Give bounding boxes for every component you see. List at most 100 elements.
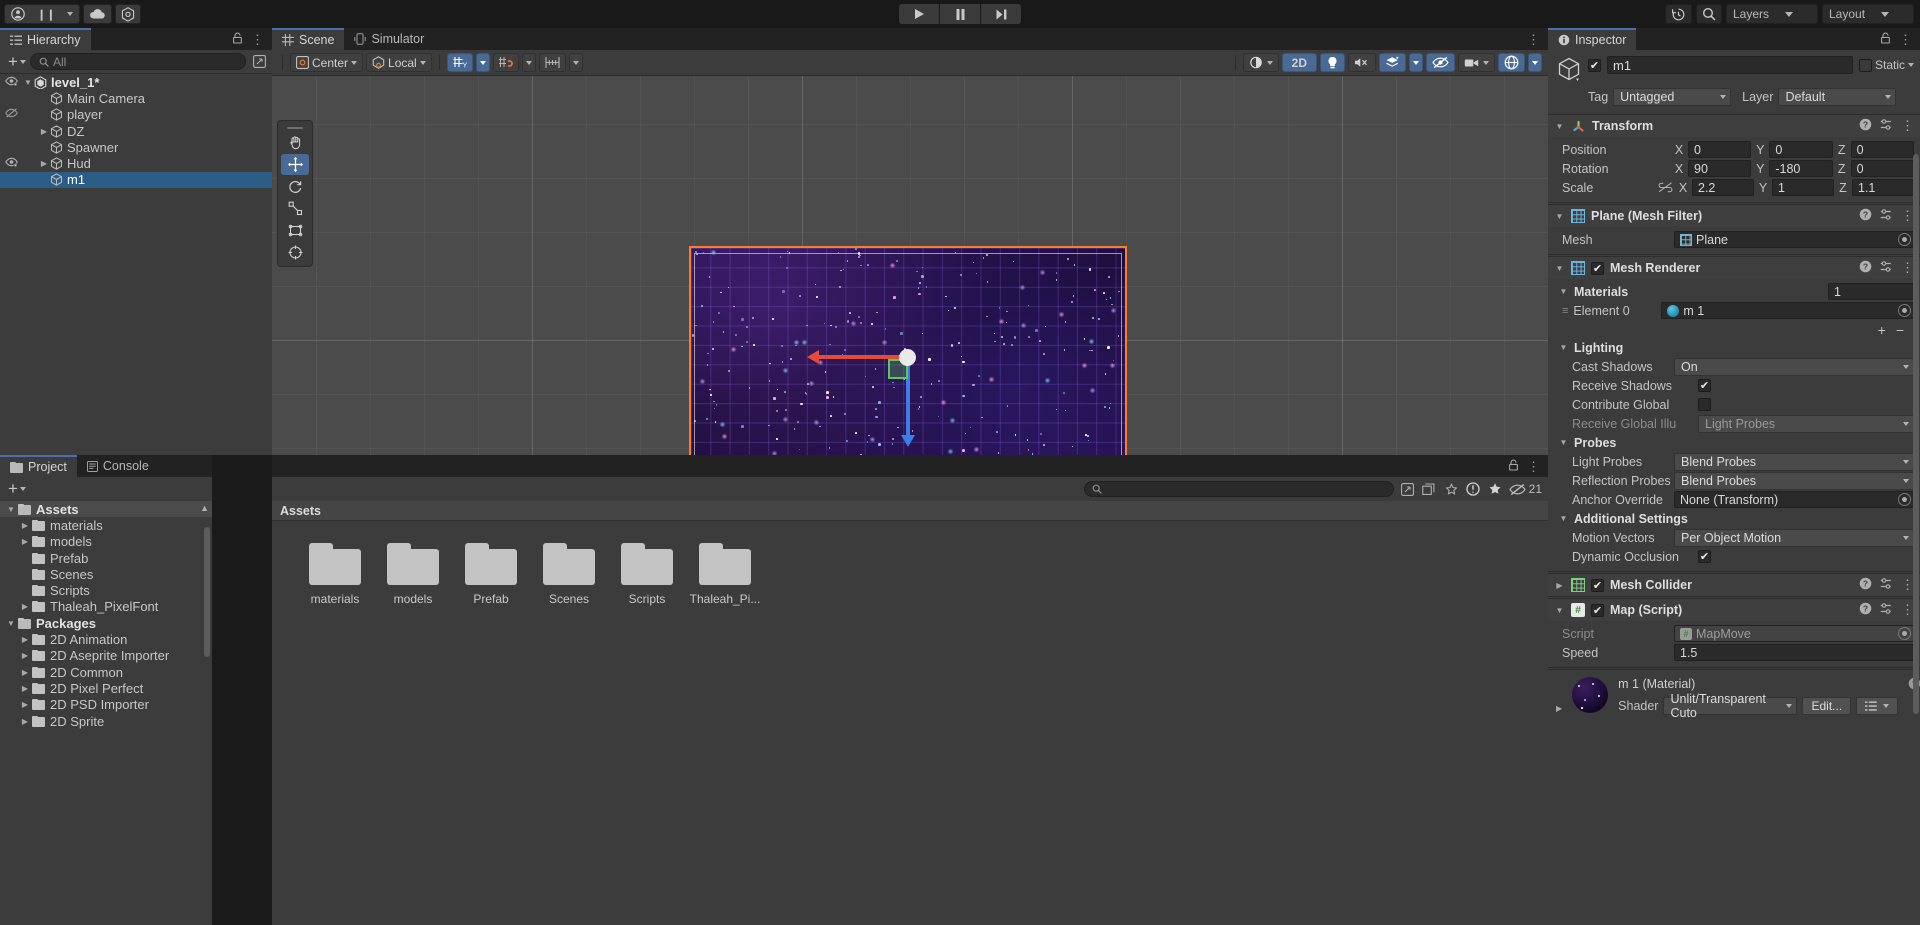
mesh-collider-preset-icon[interactable] — [1880, 577, 1893, 593]
project-favorites-button[interactable] — [1443, 481, 1460, 498]
project-warning-status[interactable]: 21 — [1508, 482, 1542, 496]
project-tree-item[interactable]: ▶ 2D Common — [0, 664, 212, 680]
move-gizmo-center-handle[interactable] — [899, 349, 916, 366]
hierarchy-expand-arrow[interactable]: ▶ — [38, 127, 50, 136]
project-tree-scrollbar[interactable] — [204, 527, 210, 657]
remove-material-button[interactable]: − — [1896, 322, 1904, 338]
hierarchy-expand-arrow[interactable]: ▶ — [38, 159, 50, 168]
scale-tool-button[interactable] — [281, 198, 309, 219]
mesh-filter-help-icon[interactable]: ? — [1859, 208, 1872, 224]
asset-grid-item[interactable]: Scenes — [530, 543, 608, 606]
hierarchy-item[interactable]: ▶ DZ — [0, 123, 272, 139]
project-asset-grid[interactable]: materials models Prefab Scenes Scripts Thalea… — [272, 521, 1548, 925]
transform-foldout-icon[interactable]: ▼ — [1554, 122, 1565, 131]
project-search-input[interactable] — [1083, 481, 1394, 497]
asset-grid-item[interactable]: Prefab — [452, 543, 530, 606]
2d-toggle-button[interactable]: 2D — [1281, 53, 1317, 72]
tab-scene[interactable]: Scene — [272, 28, 345, 50]
edit-shader-button[interactable]: Edit... — [1802, 697, 1852, 715]
rotate-tool-button[interactable] — [281, 176, 309, 197]
scene-camera-button[interactable] — [1458, 53, 1495, 72]
asset-grid-item[interactable]: materials — [296, 543, 374, 606]
inspector-menu-icon[interactable]: ⋮ — [1899, 33, 1912, 46]
layout-dropdown[interactable]: Layout — [1822, 4, 1914, 24]
grid-snapping-dropdown[interactable] — [521, 53, 536, 72]
project-filter-button[interactable] — [1399, 481, 1416, 498]
hierarchy-expand-arrow[interactable]: ▼ — [22, 78, 34, 87]
transform-tool-button[interactable] — [281, 242, 309, 263]
ruler-dropdown[interactable] — [568, 53, 583, 72]
project-expand-arrow[interactable]: ▶ — [18, 635, 32, 644]
probes-foldout-icon[interactable]: ▼ — [1558, 438, 1569, 447]
scale-x-input[interactable]: 2.2 — [1692, 179, 1754, 196]
services-button[interactable] — [115, 4, 142, 24]
scene-audio-button[interactable] — [1348, 53, 1376, 72]
transform-header[interactable]: ▼ Transform ? ⋮ — [1548, 115, 1920, 137]
project-expand-arrow[interactable]: ▶ — [18, 717, 32, 726]
map-script-enabled-checkbox[interactable]: ✔ — [1591, 603, 1604, 617]
hierarchy-item[interactable]: m1 — [0, 171, 272, 189]
motion-vectors-dropdown[interactable]: Per Object Motion — [1674, 528, 1914, 547]
scene-menu-icon[interactable]: ⋮ — [1527, 33, 1540, 46]
scene-viewport[interactable] — [272, 76, 1548, 455]
project-expand-arrow[interactable]: ▶ — [18, 521, 32, 530]
scene-visibility-button[interactable] — [1426, 53, 1455, 72]
pause-button[interactable] — [940, 4, 980, 24]
mesh-renderer-foldout-icon[interactable]: ▼ — [1554, 264, 1565, 273]
history-button[interactable] — [1665, 4, 1692, 24]
dynamic-occlusion-checkbox[interactable]: ✔ — [1698, 550, 1711, 563]
material-variants-button[interactable] — [1856, 697, 1899, 715]
mesh-filter-preset-icon[interactable] — [1880, 208, 1893, 224]
hierarchy-item[interactable]: ▼ level_1* — [0, 74, 272, 90]
project-expand-arrow[interactable]: ▶ — [18, 668, 32, 677]
grid-axis-dropdown[interactable] — [475, 53, 490, 72]
light-probes-dropdown[interactable]: Blend Probes — [1674, 452, 1914, 471]
add-material-button[interactable]: + — [1878, 322, 1886, 338]
account-chevron-down-icon[interactable] — [61, 5, 79, 23]
tab-project[interactable]: Project — [0, 455, 77, 477]
project-tree-item[interactable]: Scenes — [0, 566, 212, 582]
rotation-x-input[interactable]: 90 — [1688, 160, 1752, 177]
project-tree-item[interactable]: ▶ Thaleah_PixelFont — [0, 599, 212, 615]
project-expand-arrow[interactable]: ▼ — [4, 505, 18, 514]
hierarchy-expand-button[interactable] — [250, 53, 268, 71]
project-tree-item[interactable]: ▶ 2D Aseprite Importer — [0, 648, 212, 664]
position-y-input[interactable]: 0 — [1769, 141, 1833, 158]
mesh-renderer-header[interactable]: ▼ ✔ Mesh Renderer ? ⋮ — [1548, 257, 1920, 279]
project-expand-arrow[interactable]: ▶ — [18, 537, 32, 546]
scene-gizmos-button[interactable] — [1498, 53, 1525, 72]
mesh-renderer-help-icon[interactable]: ? — [1859, 260, 1872, 276]
map-script-help-icon[interactable]: ? — [1859, 602, 1872, 618]
project-star-button[interactable] — [1487, 481, 1504, 498]
project-expand-arrow[interactable]: ▶ — [18, 602, 32, 611]
rect-tool-button[interactable] — [281, 220, 309, 241]
reflection-probes-dropdown[interactable]: Blend Probes — [1674, 471, 1914, 490]
tree-scroll-up-icon[interactable]: ▲ — [200, 503, 209, 513]
gameobject-enabled-checkbox[interactable]: ✔ — [1588, 58, 1601, 72]
rotation-y-input[interactable]: -180 — [1769, 160, 1833, 177]
tab-console[interactable]: Console — [76, 455, 159, 477]
mesh-collider-help-icon[interactable]: ? — [1859, 577, 1872, 593]
receive-shadows-checkbox[interactable]: ✔ — [1698, 379, 1711, 392]
hierarchy-item[interactable]: Spawner — [0, 139, 272, 155]
gameobject-name-input[interactable]: m1 — [1607, 56, 1853, 74]
mesh-collider-header[interactable]: ▶ ✔ Mesh Collider ? ⋮ — [1548, 574, 1920, 596]
map-script-foldout-icon[interactable]: ▼ — [1554, 606, 1565, 615]
pivot-mode-button[interactable]: Center — [290, 53, 364, 72]
project-tree-item[interactable]: Prefab — [0, 550, 212, 566]
hierarchy-item[interactable]: player — [0, 107, 272, 123]
asset-grid-item[interactable]: Thaleah_Pi... — [686, 543, 764, 606]
hand-tool-button[interactable] — [281, 132, 309, 153]
inspector-lock-icon[interactable] — [1880, 31, 1891, 47]
project-tree[interactable]: ▲ ▼ Assets ▶ materials ▶ models Prefab Scenes Sc… — [0, 501, 212, 925]
transform-preset-icon[interactable] — [1880, 118, 1893, 134]
static-checkbox[interactable] — [1858, 58, 1872, 72]
scene-lighting-button[interactable] — [1320, 53, 1345, 72]
visibility-eye-icon[interactable] — [4, 157, 18, 170]
materials-count-input[interactable]: 1 — [1828, 283, 1914, 300]
mesh-filter-header[interactable]: ▼ Plane (Mesh Filter) ? ⋮ — [1548, 205, 1920, 227]
speed-input[interactable]: 1.5 — [1674, 644, 1914, 661]
project-tree-item[interactable]: ▶ 2D PSD Importer — [0, 697, 212, 713]
transform-menu-icon[interactable]: ⋮ — [1901, 119, 1914, 132]
visibility-eye-off-icon[interactable] — [4, 108, 18, 121]
